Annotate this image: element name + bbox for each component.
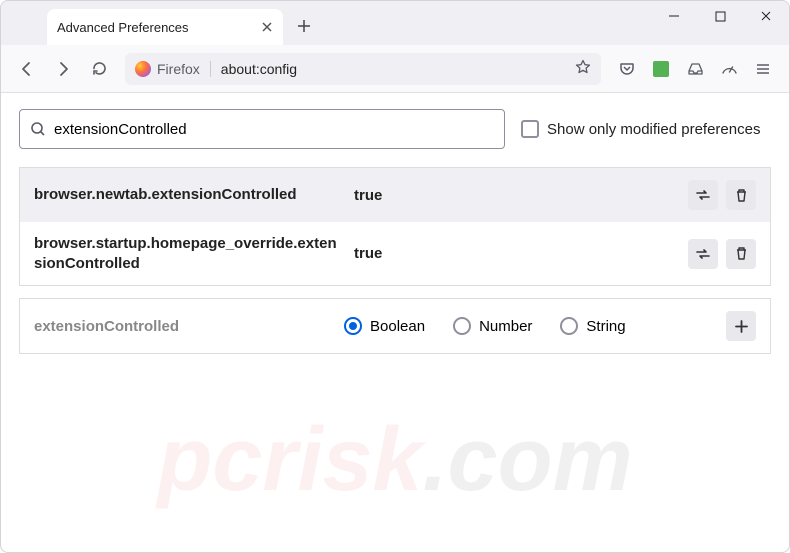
close-window-button[interactable] [743,1,789,31]
radio-icon [344,317,362,335]
watermark: pcrisk.com [157,409,632,512]
bookmark-star-icon[interactable] [575,59,591,78]
browser-tab[interactable]: Advanced Preferences [47,9,283,45]
radio-label: Boolean [370,318,425,335]
search-icon [30,121,46,137]
radio-label: String [586,318,625,335]
back-button[interactable] [11,53,43,85]
type-radio-string[interactable]: String [560,317,625,335]
new-pref-name: extensionControlled [34,318,344,335]
type-radio-boolean[interactable]: Boolean [344,317,425,335]
toggle-button[interactable] [688,239,718,269]
inbox-icon[interactable] [679,53,711,85]
minimize-button[interactable] [651,1,697,31]
show-modified-label: Show only modified preferences [547,121,760,138]
url-text: about:config [221,61,565,77]
pref-name: browser.startup.homepage_override.extens… [34,234,344,273]
pocket-icon[interactable] [611,53,643,85]
radio-label: Number [479,318,532,335]
forward-button[interactable] [47,53,79,85]
delete-button[interactable] [726,180,756,210]
new-tab-button[interactable] [289,11,319,41]
titlebar: Advanced Preferences [1,1,789,45]
maximize-button[interactable] [697,1,743,31]
show-modified-checkbox[interactable]: Show only modified preferences [521,120,760,138]
pref-row[interactable]: browser.startup.homepage_override.extens… [20,222,770,285]
firefox-logo-icon [135,61,151,77]
close-tab-icon[interactable] [259,19,275,35]
radio-icon [560,317,578,335]
new-pref-row: extensionControlled Boolean Number Strin… [19,298,771,354]
site-identity[interactable]: Firefox [135,61,211,77]
speed-icon[interactable] [713,53,745,85]
pref-value: true [354,187,678,204]
preferences-list: browser.newtab.extensionControlled true … [19,167,771,286]
search-input[interactable] [54,121,494,138]
pref-row[interactable]: browser.newtab.extensionControlled true [20,168,770,222]
extension-icon[interactable] [645,53,677,85]
type-options: Boolean Number String [344,317,726,335]
window-controls [651,1,789,45]
search-box[interactable] [19,109,505,149]
add-pref-button[interactable] [726,311,756,341]
pref-name: browser.newtab.extensionControlled [34,185,344,205]
navigation-toolbar: Firefox about:config [1,45,789,93]
reload-button[interactable] [83,53,115,85]
type-radio-number[interactable]: Number [453,317,532,335]
radio-icon [453,317,471,335]
hamburger-menu-icon[interactable] [747,53,779,85]
tab-title: Advanced Preferences [57,20,189,35]
toggle-button[interactable] [688,180,718,210]
checkbox-icon [521,120,539,138]
pref-value: true [354,245,678,262]
content-area: Show only modified preferences browser.n… [1,93,789,370]
delete-button[interactable] [726,239,756,269]
url-bar[interactable]: Firefox about:config [125,53,601,85]
identity-label: Firefox [157,61,200,77]
